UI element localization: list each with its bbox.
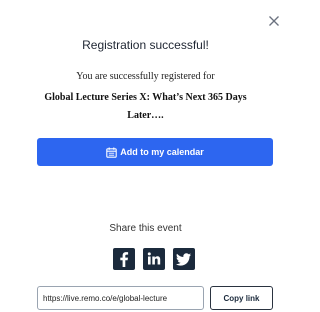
twitter-icon bbox=[176, 253, 191, 266]
linkedin-share-button[interactable] bbox=[143, 248, 165, 270]
close-icon bbox=[269, 16, 279, 26]
event-name: Global Lecture Series X: What’s Next 365… bbox=[44, 92, 247, 121]
copy-link-button[interactable]: Copy link bbox=[210, 286, 273, 310]
share-event-label: Share this event bbox=[109, 223, 182, 234]
share-link-input[interactable] bbox=[37, 286, 204, 310]
add-to-calendar-button[interactable]: Add to my calendar bbox=[37, 138, 273, 166]
registration-subtitle: You are successfully registered for bbox=[76, 71, 215, 82]
social-share-row bbox=[113, 248, 199, 270]
add-to-calendar-label: Add to my calendar bbox=[120, 147, 204, 157]
facebook-share-button[interactable] bbox=[113, 248, 135, 270]
linkedin-icon bbox=[147, 252, 161, 265]
facebook-icon bbox=[120, 252, 129, 267]
modal-title: Registration successful! bbox=[82, 38, 209, 52]
close-button[interactable] bbox=[265, 12, 283, 30]
twitter-share-button[interactable] bbox=[173, 248, 195, 270]
registration-success-modal: Registration successful! You are success… bbox=[0, 0, 291, 312]
calendar-icon bbox=[106, 147, 117, 158]
